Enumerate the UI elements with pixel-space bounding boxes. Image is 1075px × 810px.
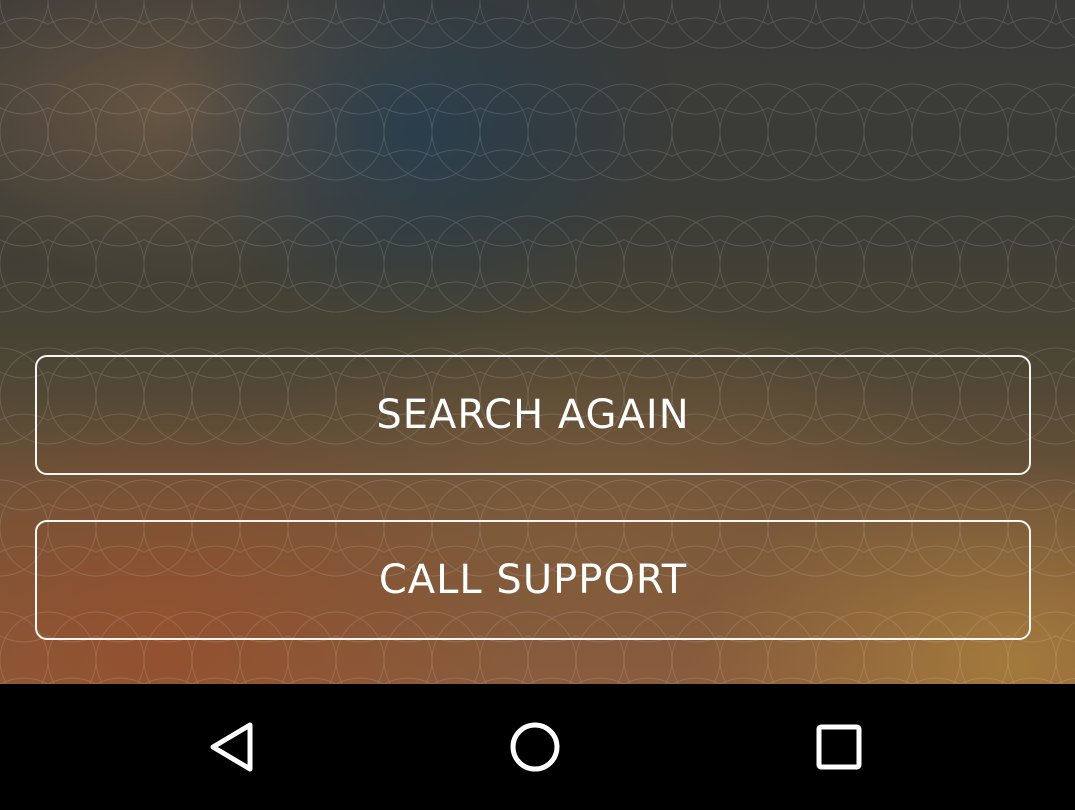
system-navigation-bar bbox=[0, 684, 1075, 810]
home-icon bbox=[510, 722, 560, 772]
back-icon bbox=[210, 722, 253, 772]
app-background: SEARCH AGAIN CALL SUPPORT bbox=[0, 0, 1075, 684]
home-button[interactable] bbox=[505, 717, 565, 777]
search-again-button[interactable]: SEARCH AGAIN bbox=[35, 355, 1031, 475]
recents-icon bbox=[816, 724, 862, 770]
back-button[interactable] bbox=[203, 717, 263, 777]
phone-screen: SEARCH AGAIN CALL SUPPORT bbox=[0, 0, 1075, 810]
recents-button[interactable] bbox=[809, 717, 869, 777]
call-support-button[interactable]: CALL SUPPORT bbox=[35, 520, 1031, 640]
